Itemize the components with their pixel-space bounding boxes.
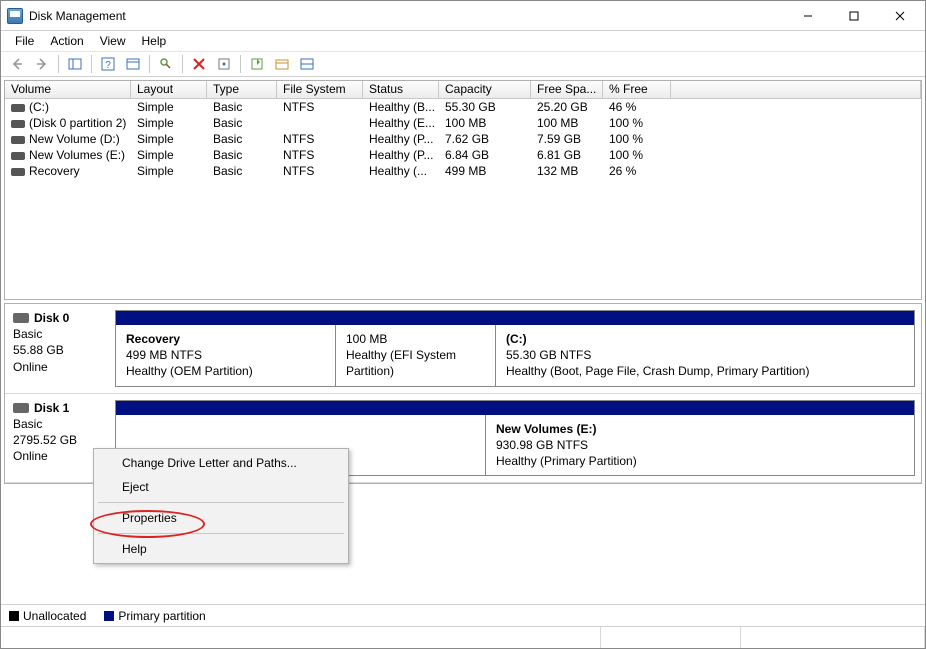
list-icon[interactable] bbox=[295, 53, 319, 75]
disk-info[interactable]: Disk 0Basic55.88 GBOnline bbox=[5, 304, 109, 393]
partition[interactable]: (C:)55.30 GB NTFSHealthy (Boot, Page Fil… bbox=[496, 325, 914, 386]
properties-icon[interactable] bbox=[212, 53, 236, 75]
volume-row[interactable]: (Disk 0 partition 2)SimpleBasicHealthy (… bbox=[5, 115, 921, 131]
action-icon[interactable] bbox=[270, 53, 294, 75]
volume-icon bbox=[11, 120, 25, 128]
toolbar: ? bbox=[1, 51, 925, 77]
col-pctfree[interactable]: % Free bbox=[603, 81, 671, 98]
partition[interactable]: Recovery499 MB NTFSHealthy (OEM Partitio… bbox=[116, 325, 336, 386]
col-filesystem[interactable]: File System bbox=[277, 81, 363, 98]
volume-row[interactable]: New Volume (D:)SimpleBasicNTFSHealthy (P… bbox=[5, 131, 921, 147]
maximize-button[interactable] bbox=[831, 2, 877, 30]
volume-list-header: Volume Layout Type File System Status Ca… bbox=[5, 81, 921, 99]
menu-help[interactable]: Help bbox=[134, 32, 175, 50]
ctx-help[interactable]: Help bbox=[94, 537, 348, 561]
ctx-properties[interactable]: Properties bbox=[94, 506, 348, 530]
col-status[interactable]: Status bbox=[363, 81, 439, 98]
col-spacer bbox=[671, 81, 921, 98]
menu-view[interactable]: View bbox=[92, 32, 134, 50]
col-volume[interactable]: Volume bbox=[5, 81, 131, 98]
volume-icon bbox=[11, 136, 25, 144]
menu-action[interactable]: Action bbox=[42, 32, 91, 50]
close-button[interactable] bbox=[877, 2, 923, 30]
minimize-button[interactable] bbox=[785, 2, 831, 30]
disk-icon bbox=[13, 403, 29, 413]
legend-bar: Unallocated Primary partition bbox=[1, 604, 925, 626]
titlebar: Disk Management bbox=[1, 1, 925, 31]
volume-icon bbox=[11, 104, 25, 112]
legend-unallocated: Unallocated bbox=[9, 609, 86, 623]
col-layout[interactable]: Layout bbox=[131, 81, 207, 98]
volume-row[interactable]: New Volumes (E:)SimpleBasicNTFSHealthy (… bbox=[5, 147, 921, 163]
ctx-separator bbox=[98, 533, 344, 534]
disk-row: Disk 0Basic55.88 GBOnlineRecovery499 MB … bbox=[5, 304, 921, 394]
rescan-icon[interactable] bbox=[245, 53, 269, 75]
col-type[interactable]: Type bbox=[207, 81, 277, 98]
toolbar-separator bbox=[91, 55, 92, 73]
col-capacity[interactable]: Capacity bbox=[439, 81, 531, 98]
forward-icon[interactable] bbox=[30, 53, 54, 75]
menu-file[interactable]: File bbox=[7, 32, 42, 50]
toolbar-separator bbox=[149, 55, 150, 73]
ctx-change-drive-letter[interactable]: Change Drive Letter and Paths... bbox=[94, 451, 348, 475]
settings-icon[interactable] bbox=[121, 53, 145, 75]
col-free[interactable]: Free Spa... bbox=[531, 81, 603, 98]
toolbar-separator bbox=[240, 55, 241, 73]
refresh-icon[interactable] bbox=[154, 53, 178, 75]
volume-list-blank bbox=[5, 179, 921, 299]
disk-icon bbox=[13, 313, 29, 323]
volume-row[interactable]: (C:)SimpleBasicNTFSHealthy (B...55.30 GB… bbox=[5, 99, 921, 115]
volume-row[interactable]: RecoverySimpleBasicNTFSHealthy (...499 M… bbox=[5, 163, 921, 179]
back-icon[interactable] bbox=[5, 53, 29, 75]
ctx-eject[interactable]: Eject bbox=[94, 475, 348, 499]
volume-icon bbox=[11, 152, 25, 160]
ctx-separator bbox=[98, 502, 344, 503]
context-menu: Change Drive Letter and Paths... Eject P… bbox=[93, 448, 349, 564]
delete-icon[interactable] bbox=[187, 53, 211, 75]
partition-bar-header bbox=[116, 401, 914, 415]
show-hide-console-tree-icon[interactable] bbox=[63, 53, 87, 75]
statusbar bbox=[1, 626, 925, 648]
partition-bar-header bbox=[116, 311, 914, 325]
menubar: File Action View Help bbox=[1, 31, 925, 51]
legend-primary: Primary partition bbox=[104, 609, 205, 623]
toolbar-separator bbox=[182, 55, 183, 73]
volume-icon bbox=[11, 168, 25, 176]
toolbar-separator bbox=[58, 55, 59, 73]
svg-text:?: ? bbox=[105, 60, 111, 71]
help-icon[interactable]: ? bbox=[96, 53, 120, 75]
window-title: Disk Management bbox=[29, 9, 785, 23]
partition-bar: Recovery499 MB NTFSHealthy (OEM Partitio… bbox=[115, 310, 915, 387]
partition[interactable]: 100 MBHealthy (EFI System Partition) bbox=[336, 325, 496, 386]
partition[interactable]: New Volumes (E:)930.98 GB NTFSHealthy (P… bbox=[486, 415, 914, 476]
app-icon bbox=[7, 8, 23, 24]
volume-list: Volume Layout Type File System Status Ca… bbox=[4, 80, 922, 300]
